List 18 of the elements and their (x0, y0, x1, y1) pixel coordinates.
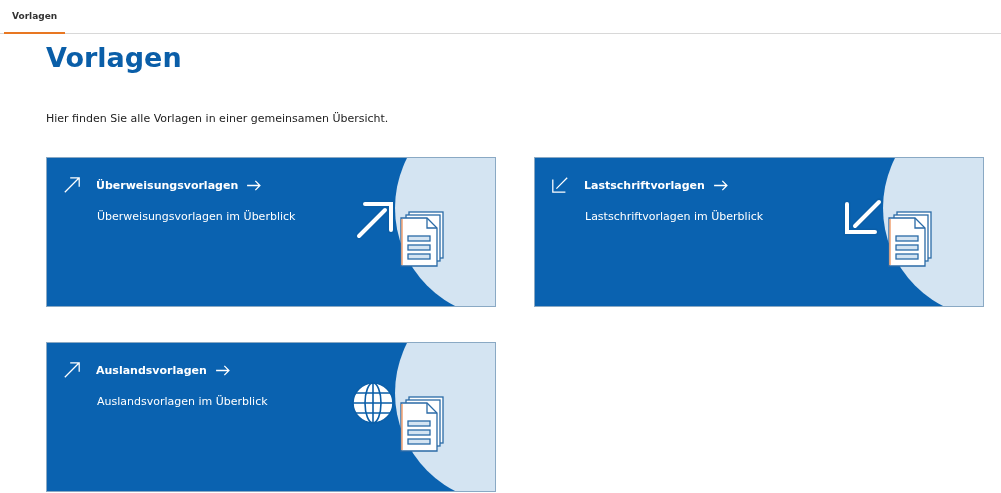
intro-text: Hier finden Sie alle Vorlagen in einer gemeinsamen Übersicht. (46, 112, 390, 125)
card-subtitle: Lastschriftvorlagen im Überblick (585, 210, 765, 223)
template-card[interactable]: Lastschriftvorlagen Lastschriftvorlagen im Überblick (534, 157, 984, 307)
arrow-right-icon (712, 179, 728, 191)
arrow-up-right-icon (63, 361, 81, 379)
template-card[interactable]: Auslandsvorlagen Auslandsvorlagen im Überblick (46, 342, 496, 492)
arrow-right-icon (214, 364, 230, 376)
card-subtitle: Überweisungsvorlagen im Überblick (97, 210, 297, 223)
arrow-down-left-icon (551, 176, 569, 194)
tab[interactable]: Vorlagen (4, 0, 66, 34)
page-title: Vorlagen (46, 42, 183, 75)
card-subtitle: Auslandsvorlagen im Überblick (97, 395, 269, 408)
card-title: Auslandsvorlagen (96, 363, 207, 377)
arrow-up-right-icon (63, 176, 81, 194)
template-card[interactable]: Überweisungsvorlagen Überweisungsvorlagen im Überblick (46, 157, 496, 307)
card-title: Überweisungsvorlagen (96, 178, 239, 192)
arrow-right-icon (246, 179, 262, 191)
card-title: Lastschriftvorlagen (584, 178, 705, 192)
